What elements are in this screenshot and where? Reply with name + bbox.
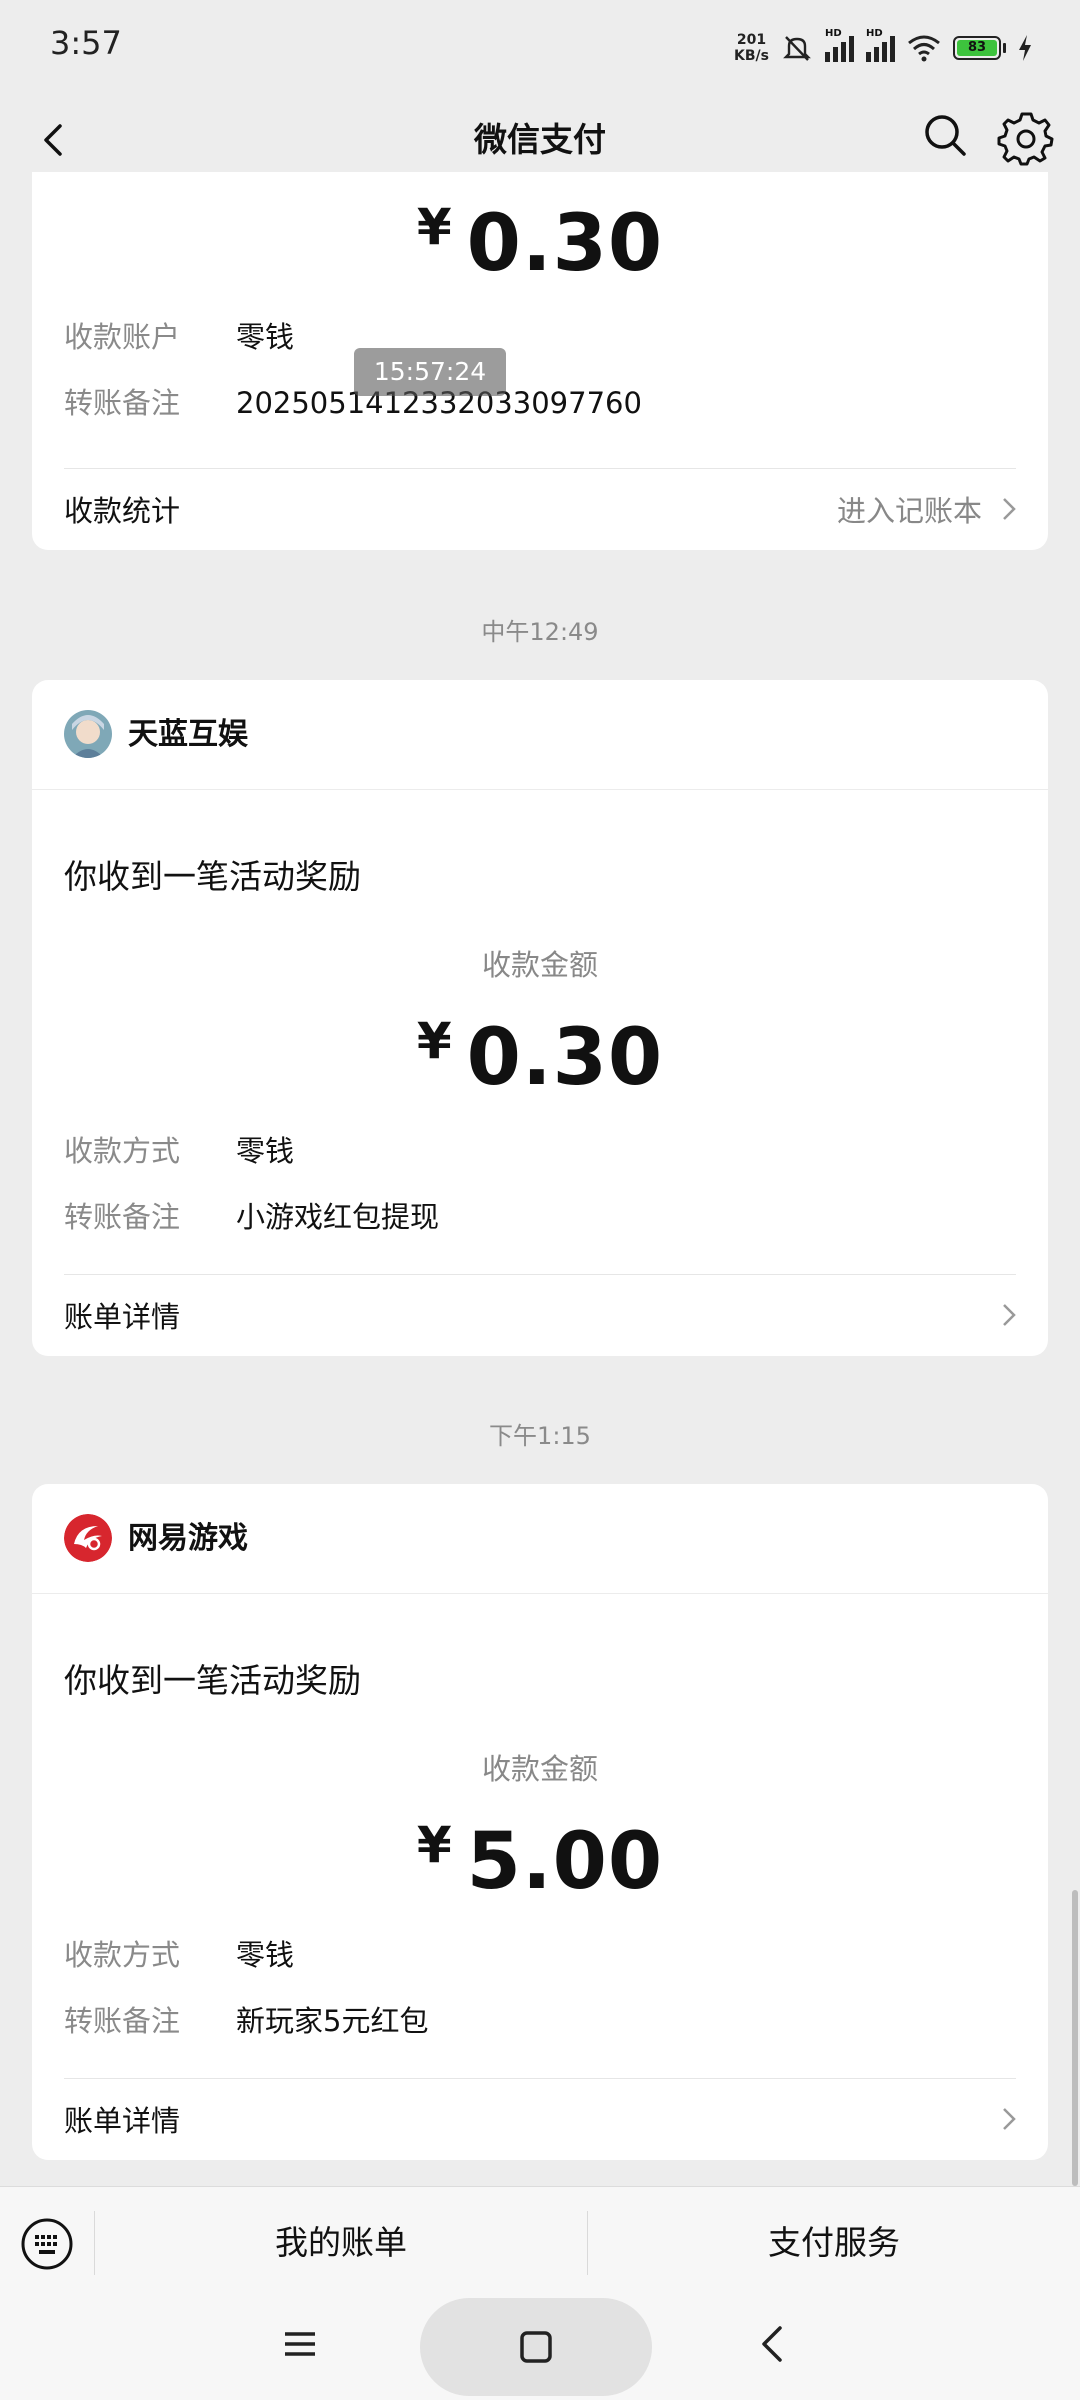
footer-label: 账单详情: [64, 2104, 181, 2138]
row-key: 收款方式: [64, 1938, 181, 1972]
signal-1-icon: HD: [825, 28, 854, 62]
amount-value: ¥0.30: [416, 198, 664, 289]
message-text: 你收到一笔活动奖励: [64, 857, 361, 896]
chevron-right-icon: [1003, 498, 1016, 520]
info-row: 转账备注 2025051412332033097760: [64, 380, 642, 422]
mute-icon: [783, 36, 811, 61]
bottom-bar: 我的账单 支付服务: [0, 2186, 1080, 2298]
battery-icon: 83: [953, 36, 1006, 60]
nav-back-icon[interactable]: [758, 2324, 788, 2364]
amount-label: 收款金额: [481, 948, 598, 982]
row-value: 零钱: [236, 1938, 295, 1972]
chevron-right-icon: [1003, 2108, 1016, 2130]
timestamp: 下午1:15: [489, 1422, 591, 1450]
stats-link[interactable]: 收款统计 进入记账本: [32, 468, 1048, 548]
home-button[interactable]: [420, 2298, 652, 2396]
row-key: 转账备注: [64, 2004, 181, 2038]
merchant-name: 天蓝互娱: [128, 717, 248, 752]
status-icons: 201 KB/s HD HD 83: [734, 28, 1032, 68]
row-value: 新玩家5元红包: [236, 2004, 429, 2038]
amount-value: ¥0.30: [416, 1012, 664, 1103]
battery-level: 83: [957, 40, 997, 56]
amount-value: ¥5.00: [416, 1816, 664, 1907]
search-icon[interactable]: [918, 108, 974, 164]
amount-label: 收款金额: [481, 1752, 598, 1786]
netease-logo-icon: [64, 1514, 112, 1562]
row-key: 转账备注: [64, 386, 181, 420]
merchant-name: 网易游戏: [128, 1521, 248, 1556]
message-text: 你收到一笔活动奖励: [64, 1661, 361, 1700]
row-key: 收款方式: [64, 1134, 181, 1168]
payment-card-3: 网易游戏 你收到一笔活动奖励 收款金额 ¥5.00 收款方式 零钱 转账备注 新玩家…: [32, 1484, 1048, 2160]
merchant-avatar: [64, 710, 112, 758]
charging-icon: [1019, 35, 1031, 61]
net-speed-unit: KB/s: [734, 48, 769, 64]
system-nav-bar: [0, 2298, 1080, 2400]
chevron-right-icon: [1003, 1304, 1016, 1326]
keyboard-icon[interactable]: [20, 2217, 74, 2271]
row-value: 零钱: [236, 320, 295, 354]
status-bar: 3:57 201 KB/s HD HD 83: [0, 0, 1080, 90]
payment-card-1: ¥0.30 收款账户 零钱 转账备注 2025051412332033097760 …: [32, 172, 1048, 550]
row-key: 收款账户: [64, 320, 181, 354]
info-row: 收款方式 零钱: [64, 1932, 294, 1974]
tab-payment-services[interactable]: 支付服务: [588, 2187, 1080, 2299]
timestamp: 中午12:49: [481, 618, 599, 646]
merchant-header[interactable]: 天蓝互娱: [32, 680, 1048, 790]
row-key: 转账备注: [64, 1200, 181, 1234]
payment-card-2: 天蓝互娱 你收到一笔活动奖励 收款金额 ¥0.30 收款方式 零钱 转账备注 小游戏…: [32, 680, 1048, 1356]
net-speed-value: 201: [736, 32, 767, 48]
tab-my-bills[interactable]: 我的账单: [95, 2187, 587, 2299]
scrollbar[interactable]: [1072, 1890, 1078, 2186]
menu-icon[interactable]: [282, 2326, 318, 2362]
wifi-icon: [908, 35, 940, 62]
info-row: 收款方式 零钱: [64, 1128, 294, 1170]
info-row: 转账备注 小游戏红包提现: [64, 1194, 439, 1236]
ledger-link[interactable]: 进入记账本: [837, 488, 982, 530]
status-time: 3:57: [50, 24, 122, 62]
gear-icon[interactable]: [996, 106, 1056, 166]
signal-2-icon: HD: [866, 28, 895, 62]
bill-detail-link[interactable]: 账单详情: [32, 1274, 1048, 1354]
row-value: 小游戏红包提现: [236, 1200, 440, 1234]
bill-detail-link[interactable]: 账单详情: [32, 2078, 1048, 2158]
info-row: 收款账户 零钱: [64, 314, 294, 356]
info-row: 转账备注 新玩家5元红包: [64, 1998, 428, 2040]
message-list[interactable]: ¥0.30 收款账户 零钱 转账备注 2025051412332033097760 …: [0, 172, 1080, 2186]
overlay-timestamp: 15:57:24: [354, 348, 506, 396]
merchant-header[interactable]: 网易游戏: [32, 1484, 1048, 1594]
net-speed: 201 KB/s: [734, 32, 769, 64]
row-value: 零钱: [236, 1134, 295, 1168]
footer-label: 收款统计: [64, 494, 181, 528]
footer-label: 账单详情: [64, 1300, 181, 1334]
home-icon: [520, 2331, 552, 2363]
